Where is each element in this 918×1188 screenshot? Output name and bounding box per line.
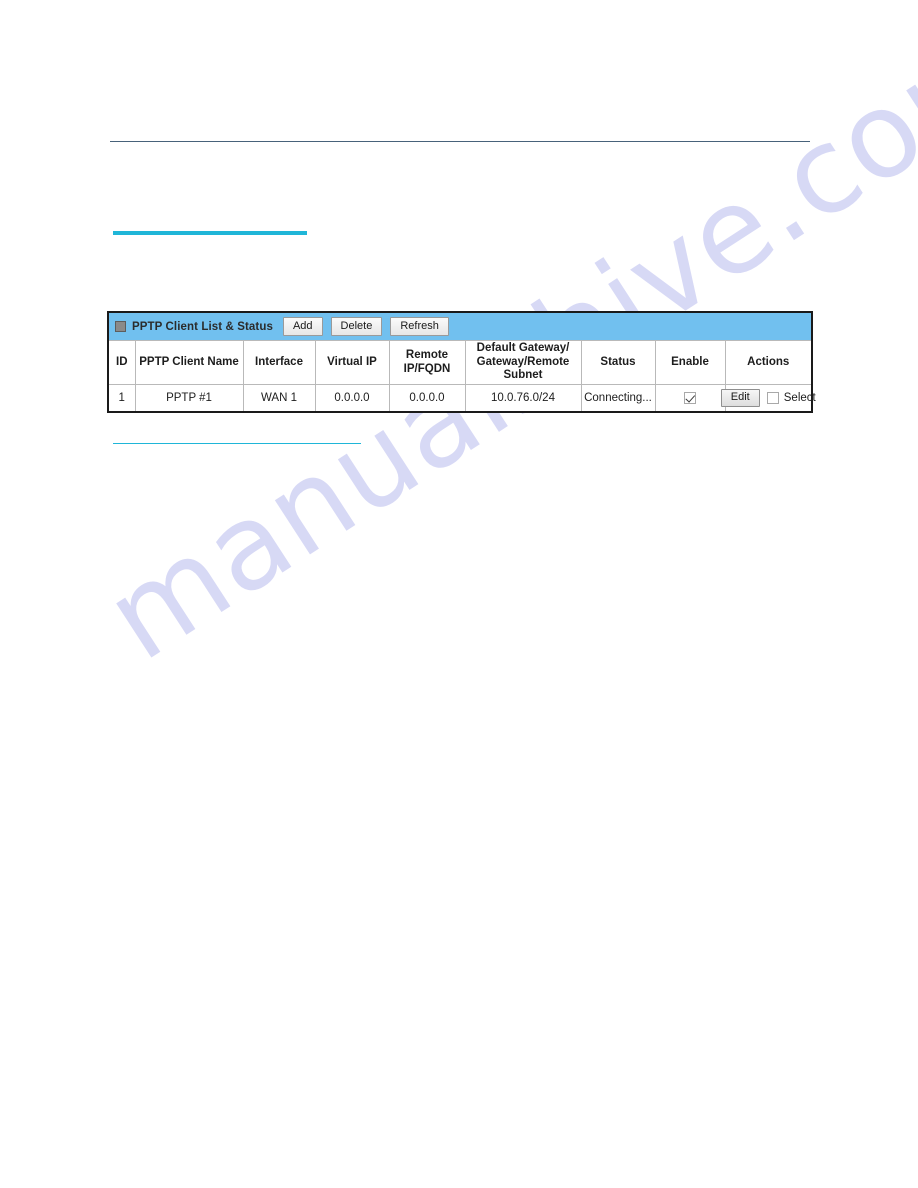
panel-title-bar: PPTP Client List & Status Add Delete Ref… <box>109 313 811 340</box>
cell-client-name: PPTP #1 <box>134 384 244 411</box>
cell-actions: Edit Select <box>720 384 816 411</box>
column-header-virtual-ip: Virtual IP <box>314 340 390 385</box>
column-header-id: ID <box>109 340 136 385</box>
column-header-client-name: PPTP Client Name <box>134 340 244 385</box>
column-header-gateway-line1: Default Gateway/ <box>476 342 570 355</box>
column-header-remote-line2: IP/FQDN <box>403 362 451 375</box>
select-label: Select <box>783 391 816 404</box>
collapse-square-icon[interactable] <box>115 321 126 332</box>
section-accent-rule-bottom <box>113 443 361 444</box>
select-checkbox-group[interactable]: Select <box>766 391 816 404</box>
column-header-default-gateway: Default Gateway/ Gateway/Remote Subnet <box>464 340 582 385</box>
column-header-gateway-line3: Subnet <box>503 369 543 382</box>
pptp-client-table: ID PPTP Client Name Interface Virtual IP… <box>109 340 816 411</box>
column-header-gateway-line2: Gateway/Remote <box>476 355 570 368</box>
panel-title: PPTP Client List & Status <box>132 320 273 333</box>
cell-remote-ip-fqdn: 0.0.0.0 <box>388 384 466 411</box>
column-header-status: Status <box>580 340 656 385</box>
cell-id: 1 <box>109 384 136 411</box>
row-actions: Edit Select <box>720 388 816 407</box>
header-rule <box>110 141 810 142</box>
cell-status: Connecting... <box>580 384 656 411</box>
cell-default-gateway: 10.0.76.0/24 <box>464 384 582 411</box>
table-header-row: ID PPTP Client Name Interface Virtual IP… <box>109 340 811 385</box>
cell-enable <box>654 384 726 411</box>
delete-button[interactable]: Delete <box>330 316 383 337</box>
select-checkbox[interactable] <box>766 391 779 404</box>
cell-interface: WAN 1 <box>242 384 316 411</box>
refresh-button[interactable]: Refresh <box>390 316 449 337</box>
column-header-remote-line1: Remote <box>405 348 449 361</box>
column-header-remote-ip-fqdn: Remote IP/FQDN <box>388 340 466 385</box>
table-row: 1 PPTP #1 WAN 1 0.0.0.0 0.0.0.0 10.0.76.… <box>109 384 816 411</box>
column-header-enable: Enable <box>654 340 726 385</box>
pptp-client-panel: PPTP Client List & Status Add Delete Ref… <box>107 311 816 413</box>
cell-virtual-ip: 0.0.0.0 <box>314 384 390 411</box>
section-accent-rule-top <box>113 231 307 235</box>
document-page: PPTP Client List & Status Add Delete Ref… <box>0 0 918 1188</box>
column-header-actions: Actions <box>724 340 811 385</box>
enable-checkbox[interactable] <box>684 391 696 404</box>
add-button[interactable]: Add <box>282 316 323 337</box>
edit-button[interactable]: Edit <box>720 388 760 407</box>
column-header-interface: Interface <box>242 340 316 385</box>
